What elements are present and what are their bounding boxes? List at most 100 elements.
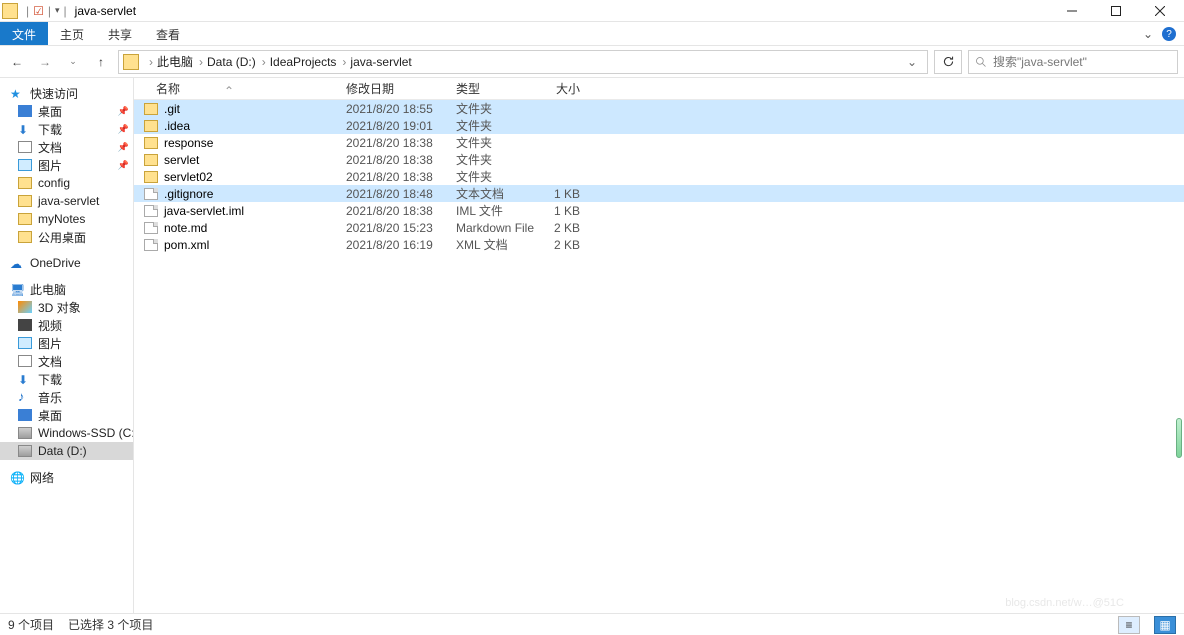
sidebar-item[interactable]: Windows-SSD (C:) bbox=[0, 424, 133, 442]
file-type: Markdown File bbox=[444, 221, 534, 235]
recent-locations-button[interactable]: ⌄ bbox=[62, 51, 84, 73]
address-folder-icon bbox=[123, 54, 139, 70]
titlebar-sep: | bbox=[26, 4, 29, 18]
search-icon bbox=[975, 56, 987, 68]
sidebar-item[interactable]: 文档 bbox=[0, 352, 133, 370]
table-row[interactable]: servlet2021/8/20 18:38文件夹 bbox=[134, 151, 1184, 168]
file-date: 2021/8/20 18:38 bbox=[334, 153, 444, 167]
status-selected: 已选择 3 个项目 bbox=[68, 616, 153, 633]
file-date: 2021/8/20 18:48 bbox=[334, 187, 444, 201]
pic-icon bbox=[18, 159, 32, 171]
table-row[interactable]: .git2021/8/20 18:55文件夹 bbox=[134, 100, 1184, 117]
sidebar-item[interactable]: 视频 bbox=[0, 316, 133, 334]
titlebar-sep3: | bbox=[64, 4, 67, 18]
qat-dropdown-icon[interactable]: ▾ bbox=[55, 5, 60, 16]
sidebar-item[interactable]: java-servlet bbox=[0, 192, 133, 210]
sidebar-item[interactable]: myNotes bbox=[0, 210, 133, 228]
breadcrumb-item[interactable]: Data (D:) bbox=[207, 55, 256, 69]
file-date: 2021/8/20 19:01 bbox=[334, 119, 444, 133]
sidebar-item[interactable]: 桌面 bbox=[0, 406, 133, 424]
sidebar-network[interactable]: 🌐 网络 bbox=[0, 468, 133, 486]
help-icon[interactable]: ? bbox=[1162, 27, 1176, 41]
video-icon bbox=[18, 319, 32, 331]
sidebar-item[interactable]: Data (D:) bbox=[0, 442, 133, 460]
sidebar-item[interactable]: ⬇下载 bbox=[0, 370, 133, 388]
file-type: IML 文件 bbox=[444, 202, 534, 219]
table-row[interactable]: .idea2021/8/20 19:01文件夹 bbox=[134, 117, 1184, 134]
ribbon-tab-home[interactable]: 主页 bbox=[48, 22, 96, 45]
back-button[interactable]: ← bbox=[6, 51, 28, 73]
breadcrumb-item[interactable]: IdeaProjects bbox=[270, 55, 337, 69]
file-name: servlet02 bbox=[164, 170, 213, 184]
music-icon: ♪ bbox=[18, 391, 32, 403]
sidebar-item[interactable]: 图片📌 bbox=[0, 156, 133, 174]
file-list: 名称⌃ 修改日期 类型 大小 .git2021/8/20 18:55文件夹.id… bbox=[134, 78, 1184, 613]
table-row[interactable]: .gitignore2021/8/20 18:48文本文档1 KB bbox=[134, 185, 1184, 202]
col-name[interactable]: 名称⌃ bbox=[134, 80, 334, 97]
table-row[interactable]: servlet022021/8/20 18:38文件夹 bbox=[134, 168, 1184, 185]
quick-access-check-icon[interactable]: ☑ bbox=[33, 4, 44, 18]
file-name: .gitignore bbox=[164, 187, 213, 201]
sidebar-label: 网络 bbox=[30, 469, 54, 486]
pc-icon: 🖥 bbox=[10, 283, 24, 295]
table-row[interactable]: response2021/8/20 18:38文件夹 bbox=[134, 134, 1184, 151]
folder-icon bbox=[144, 137, 158, 149]
file-date: 2021/8/20 18:38 bbox=[334, 136, 444, 150]
pin-icon: 📌 bbox=[118, 160, 129, 171]
ribbon-collapse-icon[interactable]: ⌄ bbox=[1134, 22, 1162, 45]
sidebar-item[interactable]: ♪音乐 bbox=[0, 388, 133, 406]
file-type: 文件夹 bbox=[444, 168, 534, 185]
search-input[interactable]: 搜索"java-servlet" bbox=[968, 50, 1178, 74]
close-button[interactable] bbox=[1138, 0, 1182, 22]
sidebar-item[interactable]: 3D 对象 bbox=[0, 298, 133, 316]
sidebar-item[interactable]: ⬇下载📌 bbox=[0, 120, 133, 138]
table-row[interactable]: pom.xml2021/8/20 16:19XML 文档2 KB bbox=[134, 236, 1184, 253]
sidebar-item[interactable]: 文档📌 bbox=[0, 138, 133, 156]
table-row[interactable]: note.md2021/8/20 15:23Markdown File2 KB bbox=[134, 219, 1184, 236]
address-bar[interactable]: › 此电脑›Data (D:)›IdeaProjects›java-servle… bbox=[118, 50, 928, 74]
minimize-button[interactable] bbox=[1050, 0, 1094, 22]
ribbon-tab-file[interactable]: 文件 bbox=[0, 22, 48, 45]
folder-icon bbox=[144, 154, 158, 166]
sidebar-item[interactable]: 图片 bbox=[0, 334, 133, 352]
file-rows: .git2021/8/20 18:55文件夹.idea2021/8/20 19:… bbox=[134, 100, 1184, 613]
col-date[interactable]: 修改日期 bbox=[334, 80, 444, 97]
file-type: XML 文档 bbox=[444, 236, 534, 253]
sidebar-thispc[interactable]: 🖥 此电脑 bbox=[0, 280, 133, 298]
status-bar: 9 个项目 已选择 3 个项目 ≡ ▦ bbox=[0, 613, 1184, 635]
view-icons-button[interactable]: ▦ bbox=[1154, 616, 1176, 634]
ribbon: 文件 主页 共享 查看 ⌄ ? bbox=[0, 22, 1184, 46]
content: ★ 快速访问 桌面📌⬇下载📌文档📌图片📌configjava-servletmy… bbox=[0, 78, 1184, 613]
col-type[interactable]: 类型 bbox=[444, 80, 534, 97]
titlebar-sep2: | bbox=[48, 4, 51, 18]
sidebar-item-label: java-servlet bbox=[38, 194, 99, 208]
sidebar-item[interactable]: 桌面📌 bbox=[0, 102, 133, 120]
address-dropdown-icon[interactable]: ⌄ bbox=[901, 55, 923, 69]
sidebar-item[interactable]: 公用桌面 bbox=[0, 228, 133, 246]
file-type: 文件夹 bbox=[444, 151, 534, 168]
ribbon-tab-share[interactable]: 共享 bbox=[96, 22, 144, 45]
file-icon bbox=[144, 239, 158, 251]
sidebar-item-label: Windows-SSD (C:) bbox=[38, 426, 134, 440]
sidebar-item-label: 图片 bbox=[38, 335, 62, 352]
drive-icon bbox=[18, 445, 32, 457]
sidebar-item[interactable]: config bbox=[0, 174, 133, 192]
sidebar-onedrive[interactable]: ☁ OneDrive bbox=[0, 254, 133, 272]
folder-icon bbox=[144, 120, 158, 132]
breadcrumb-item[interactable]: 此电脑 bbox=[157, 55, 193, 69]
refresh-button[interactable] bbox=[934, 50, 962, 74]
file-name: note.md bbox=[164, 221, 207, 235]
table-row[interactable]: java-servlet.iml2021/8/20 18:38IML 文件1 K… bbox=[134, 202, 1184, 219]
forward-button[interactable]: → bbox=[34, 51, 56, 73]
maximize-button[interactable] bbox=[1094, 0, 1138, 22]
scrollbar-thumb[interactable] bbox=[1176, 418, 1182, 458]
breadcrumb-sep: › bbox=[262, 55, 266, 69]
sidebar-quick-access[interactable]: ★ 快速访问 bbox=[0, 84, 133, 102]
breadcrumb-item[interactable]: java-servlet bbox=[350, 55, 411, 69]
file-icon bbox=[144, 205, 158, 217]
view-details-button[interactable]: ≡ bbox=[1118, 616, 1140, 634]
col-size[interactable]: 大小 bbox=[534, 80, 590, 97]
up-button[interactable]: ↑ bbox=[90, 51, 112, 73]
star-icon: ★ bbox=[10, 87, 24, 99]
ribbon-tab-view[interactable]: 查看 bbox=[144, 22, 192, 45]
